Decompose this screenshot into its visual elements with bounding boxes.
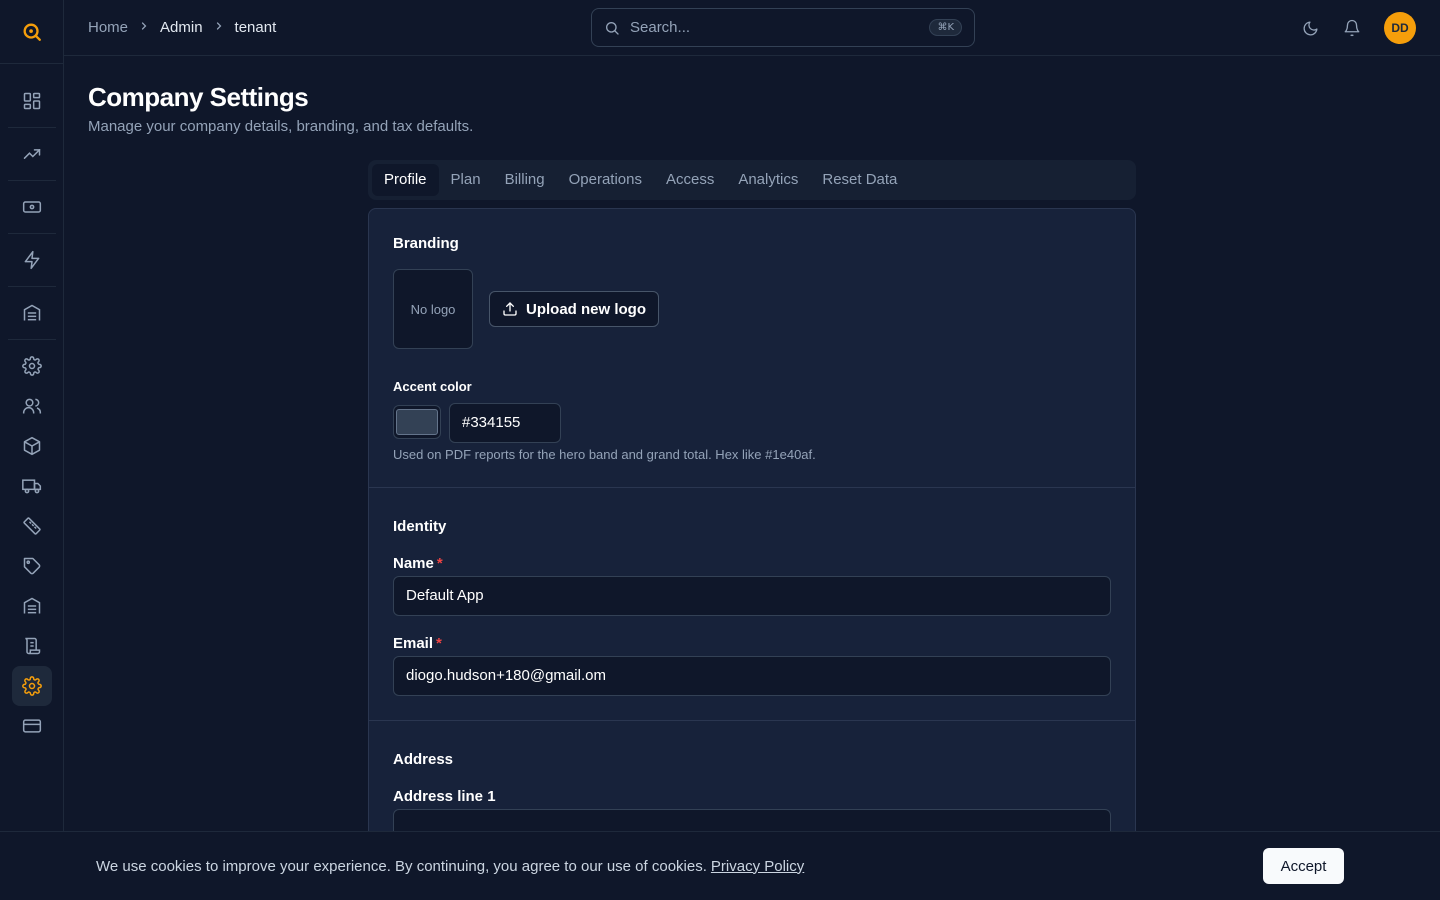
accent-color-label: Accent color: [393, 379, 472, 394]
tag-icon: [23, 557, 40, 575]
breadcrumb-admin[interactable]: Admin: [160, 19, 203, 36]
chevron-right-icon: [213, 20, 225, 35]
lightning-icon: [24, 250, 39, 270]
branding-section: Branding No logo Upload new logo Accent …: [369, 209, 1135, 488]
required-mark: *: [436, 635, 442, 652]
theme-toggle-button[interactable]: [1300, 18, 1320, 38]
trending-up-icon: [23, 149, 40, 159]
address-line1-label: Address line 1: [393, 788, 496, 805]
nav-tags[interactable]: [12, 546, 52, 586]
nav-payments[interactable]: [12, 187, 52, 227]
tab-analytics[interactable]: Analytics: [726, 164, 810, 196]
dashboard-icon: [23, 92, 40, 110]
address-title: Address: [393, 751, 454, 768]
accent-color-swatch: [396, 409, 438, 435]
accent-color-picker[interactable]: [393, 405, 441, 439]
avatar[interactable]: DD: [1384, 12, 1416, 44]
tab-plan[interactable]: Plan: [439, 164, 493, 196]
privacy-policy-link[interactable]: Privacy Policy: [711, 858, 804, 875]
moon-icon: [1303, 20, 1318, 35]
sidebar: [0, 0, 64, 900]
nav-inventory[interactable]: [12, 586, 52, 626]
notifications-button[interactable]: [1342, 18, 1362, 38]
tab-access[interactable]: Access: [654, 164, 726, 196]
nav-divider: [7, 286, 56, 287]
gear-icon: [21, 676, 42, 696]
app-logo[interactable]: [0, 0, 63, 64]
tab-billing[interactable]: Billing: [493, 164, 557, 196]
upload-icon: [503, 302, 517, 316]
identity-section: Identity Name * Default App Email * diogo.…: [369, 488, 1135, 721]
email-label: Email *: [393, 635, 442, 652]
accept-cookies-button[interactable]: Accept: [1263, 848, 1344, 884]
breadcrumb-home[interactable]: Home: [88, 19, 128, 36]
breadcrumb-current: tenant: [234, 19, 277, 36]
nav-divider: [7, 233, 56, 234]
nav-divider: [7, 127, 56, 128]
upload-logo-label: Upload new logo: [526, 300, 646, 318]
logo-preview: No logo: [393, 269, 473, 349]
nav-warehouse[interactable]: [12, 293, 52, 333]
chevron-right-icon: [138, 20, 150, 35]
main-content: Company Settings Manage your company det…: [88, 56, 1440, 900]
nav-trends[interactable]: [12, 134, 52, 174]
package-icon: [23, 436, 40, 456]
page-title: Company Settings: [88, 82, 309, 112]
email-field[interactable]: diogo.hudson+180@gmail.om: [393, 656, 1111, 696]
ruler-icon: [22, 517, 41, 535]
breadcrumb: Home Admin tenant: [88, 19, 276, 36]
warehouse-icon: [23, 597, 40, 614]
search-shortcut-badge: ⌘K: [929, 19, 962, 36]
nav-company-settings[interactable]: [11, 666, 52, 706]
accent-hex-input[interactable]: #334155: [449, 403, 561, 443]
settings-tabs: Profile Plan Billing Operations Access A…: [368, 160, 1136, 200]
bell-icon: [1344, 19, 1360, 37]
search-input[interactable]: Search... ⌘K: [591, 8, 975, 47]
required-mark: *: [436, 555, 443, 572]
top-header: Home Admin tenant Search... ⌘K DD: [64, 0, 1440, 56]
upload-logo-button[interactable]: Upload new logo: [489, 291, 659, 327]
nav-automations[interactable]: [12, 240, 52, 280]
name-label: Name *: [393, 555, 443, 572]
warehouse-icon: [23, 304, 40, 321]
search-placeholder: Search...: [630, 19, 691, 36]
nav-measurements[interactable]: [12, 506, 52, 546]
profile-card: Branding No logo Upload new logo Accent …: [368, 208, 1136, 900]
nav-divider: [7, 339, 56, 340]
nav-settings[interactable]: [12, 346, 52, 386]
tab-operations[interactable]: Operations: [557, 164, 654, 196]
tab-profile[interactable]: Profile: [372, 164, 439, 196]
nav-users[interactable]: [12, 386, 52, 426]
gear-icon: [21, 356, 42, 376]
cookie-message: We use cookies to improve your experienc…: [96, 857, 805, 875]
accent-hint: Used on PDF reports for the hero band an…: [393, 447, 816, 462]
cookie-banner: We use cookies to improve your experienc…: [0, 831, 1440, 900]
credit-card-icon: [22, 719, 41, 733]
tab-reset-data[interactable]: Reset Data: [810, 164, 909, 196]
nav-shipping[interactable]: [12, 466, 52, 506]
no-logo-text: No logo: [410, 301, 456, 317]
banknote-icon: [22, 201, 41, 213]
page-subtitle: Manage your company details, branding, a…: [88, 118, 474, 135]
nav-divider: [7, 180, 56, 181]
nav-products[interactable]: [12, 426, 52, 466]
header-actions: DD: [1300, 12, 1416, 44]
truck-icon: [21, 479, 41, 494]
scroll-icon: [24, 637, 40, 655]
identity-title: Identity: [393, 518, 447, 535]
name-field[interactable]: Default App: [393, 576, 1111, 616]
search-icon: [606, 21, 619, 35]
nav-documents[interactable]: [12, 626, 52, 666]
branding-title: Branding: [393, 235, 459, 252]
logo-search-icon: [23, 23, 41, 41]
app-root: Home Admin tenant Search... ⌘K DD Compan…: [0, 0, 1440, 900]
nav-dashboard[interactable]: [12, 81, 52, 121]
nav-billing[interactable]: [12, 706, 52, 746]
users-icon: [22, 398, 41, 414]
